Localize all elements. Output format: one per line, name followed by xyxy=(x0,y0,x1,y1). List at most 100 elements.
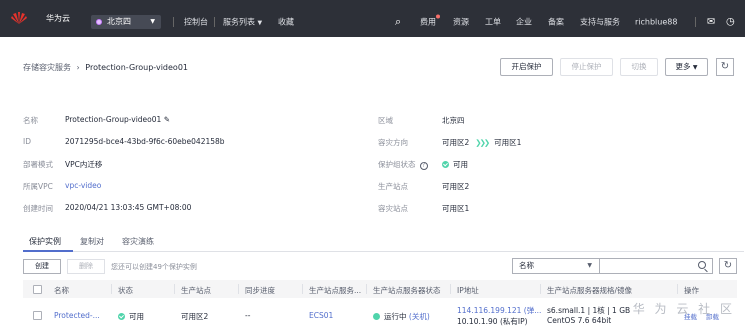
region-selector[interactable]: 北京四 ▼ xyxy=(91,15,161,29)
search-icon[interactable] xyxy=(698,261,706,269)
column-separator xyxy=(111,284,112,294)
divider xyxy=(695,17,696,27)
status-ok-icon xyxy=(442,161,449,168)
brand-name[interactable]: 华为云 xyxy=(46,13,70,24)
row-ip-private: 10.10.1.90 (私有IP) xyxy=(457,317,528,326)
column-separator xyxy=(677,284,678,294)
column-separator xyxy=(238,284,239,294)
column-header[interactable]: 操作 xyxy=(684,285,699,296)
column-header[interactable]: IP地址 xyxy=(457,285,479,296)
delete-button[interactable]: 删除 xyxy=(67,259,105,274)
prod-site-value: 可用区2 xyxy=(442,182,470,191)
location-pin-icon xyxy=(96,19,102,25)
user-menu[interactable]: richblue88 xyxy=(635,18,677,27)
nav-support[interactable]: 支持与服务 xyxy=(580,17,620,28)
breadcrumb: 存储容灾服务 › Protection-Group-video01 xyxy=(23,62,188,73)
quota-hint: 您还可以创建49个保护实例 xyxy=(111,263,197,271)
row-status: 可用 xyxy=(118,311,144,322)
dr-site-value: 可用区1 xyxy=(442,204,470,213)
tab-replication-pairs[interactable]: 复制对 xyxy=(80,236,104,247)
chevron-down-icon: ▼ xyxy=(587,262,592,269)
column-header[interactable]: 名称 xyxy=(54,285,69,296)
created-time-value: 2020/04/21 13:03:45 GMT+08:00 xyxy=(65,203,192,212)
tab-dr-drills[interactable]: 容灾演练 xyxy=(122,236,154,247)
mail-icon[interactable]: ✉ xyxy=(707,17,715,28)
column-separator xyxy=(366,284,367,294)
clock-icon[interactable]: ◷ xyxy=(726,17,735,28)
nav-fees[interactable]: 费用 xyxy=(420,14,440,28)
name-label: 名称 xyxy=(23,116,38,125)
more-button-label: 更多 xyxy=(675,62,691,71)
column-separator xyxy=(450,284,451,294)
row-server-link[interactable]: ECS01 xyxy=(309,311,333,320)
filter-field-select[interactable]: 名称 ▼ xyxy=(512,258,600,274)
huawei-logo-icon[interactable] xyxy=(9,12,29,25)
chevron-down-icon: ▼ xyxy=(257,19,263,27)
column-header[interactable]: 生产站点 xyxy=(181,285,211,296)
row-name-link[interactable]: Protected-... xyxy=(54,311,100,320)
create-button[interactable]: 创建 xyxy=(23,259,61,274)
group-status-label: 保护组状态? xyxy=(378,159,428,170)
column-header[interactable]: 生产站点服务... xyxy=(309,285,361,296)
chevron-down-icon: ▼ xyxy=(692,64,698,71)
nav-fees-label: 费用 xyxy=(420,17,436,27)
region-info-value: 北京四 xyxy=(442,116,465,125)
nav-resources[interactable]: 资源 xyxy=(453,17,469,28)
enable-protection-button[interactable]: 开启保护 xyxy=(500,58,553,76)
vpc-link[interactable]: vpc-video xyxy=(65,181,101,190)
row-sync-progress: -- xyxy=(245,311,251,320)
refresh-icon[interactable]: ↻ xyxy=(716,58,734,76)
nav-favorites[interactable]: 收藏 xyxy=(278,17,294,28)
nav-ticket[interactable]: 工单 xyxy=(485,17,501,28)
select-all-checkbox[interactable] xyxy=(33,285,42,294)
column-header[interactable]: 生产站点服务器状态 xyxy=(373,285,441,296)
more-button[interactable]: 更多 ▼ xyxy=(665,58,708,76)
group-status-text: 可用 xyxy=(453,160,468,169)
row-checkbox[interactable] xyxy=(33,311,42,320)
created-time-label: 创建时间 xyxy=(23,204,53,213)
deploy-mode-value: VPC内迁移 xyxy=(65,160,103,169)
edit-pencil-icon[interactable]: ✎ xyxy=(164,115,170,124)
column-separator xyxy=(302,284,303,294)
column-header[interactable]: 生产站点服务器规格/镜像 xyxy=(547,285,632,296)
id-label: ID xyxy=(23,137,31,146)
column-header[interactable]: 同步进度 xyxy=(245,285,275,296)
search-input[interactable] xyxy=(600,258,713,274)
dr-site-label: 容灾站点 xyxy=(378,204,408,213)
name-value: Protection-Group-video01 ✎ xyxy=(65,115,170,124)
top-navbar: 华为云 北京四 ▼ 控制台 服务列表 ▼ 收藏 ⌕ 费用 资源 工单 企业 备案… xyxy=(0,0,745,37)
row-prod-site: 可用区2 xyxy=(181,312,209,321)
help-icon[interactable]: ? xyxy=(419,162,428,170)
row-status-text: 可用 xyxy=(129,312,144,321)
nav-service-list[interactable]: 服务列表 ▼ xyxy=(223,17,262,28)
row-server-status: 运行中 (关机) xyxy=(373,311,430,322)
row-image: CentOS 7.6 64bit xyxy=(547,316,612,325)
disable-protection-button[interactable]: 停止保护 xyxy=(560,58,613,76)
chevron-down-icon: ▼ xyxy=(150,18,155,25)
switch-button[interactable]: 切换 xyxy=(620,58,658,76)
breadcrumb-current: Protection-Group-video01 xyxy=(85,63,189,72)
nav-console[interactable]: 控制台 xyxy=(184,17,208,28)
nav-service-list-label: 服务列表 xyxy=(223,17,255,27)
column-header[interactable]: 状态 xyxy=(118,285,133,296)
region-info-label: 区域 xyxy=(378,116,393,125)
nav-filing[interactable]: 备案 xyxy=(548,17,564,28)
group-status-label-text: 保护组状态 xyxy=(378,160,416,169)
row-server-status-text: 运行中 xyxy=(384,312,407,321)
search-icon[interactable]: ⌕ xyxy=(395,15,401,29)
nav-enterprise[interactable]: 企业 xyxy=(516,17,532,28)
region-label: 北京四 xyxy=(107,17,131,26)
tab-protected-instances[interactable]: 保护实例 xyxy=(29,236,61,247)
group-status-value: 可用 xyxy=(442,159,468,170)
divider xyxy=(173,17,174,27)
deploy-mode-label: 部署模式 xyxy=(23,160,53,169)
breadcrumb-parent[interactable]: 存储容灾服务 xyxy=(23,63,71,72)
running-status-icon xyxy=(373,313,380,320)
id-value: 2071295d-bce4-43bd-9f6c-60ebe042158b xyxy=(65,137,225,146)
row-ip-public[interactable]: 114.116.199.121 (弹... xyxy=(457,305,541,316)
status-ok-icon xyxy=(118,313,125,320)
shutdown-link[interactable]: (关机) xyxy=(409,312,430,321)
column-separator xyxy=(174,284,175,294)
table-refresh-icon[interactable]: ↻ xyxy=(719,258,737,274)
row-spec: s6.small.1 | 1核 | 1 GB xyxy=(547,306,631,315)
